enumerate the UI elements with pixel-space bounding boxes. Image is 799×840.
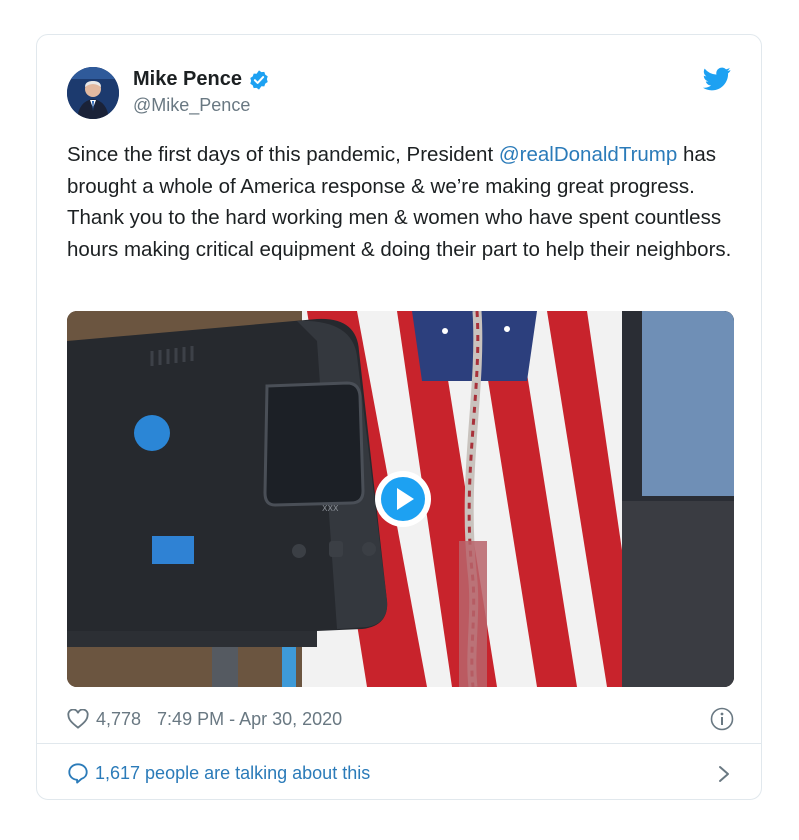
like-count[interactable]: 4,778: [96, 709, 141, 730]
tweet-timestamp[interactable]: 7:49 PM - Apr 30, 2020: [157, 709, 342, 730]
play-icon[interactable]: [373, 469, 433, 529]
avatar[interactable]: [67, 67, 119, 119]
svg-text:XXX: XXX: [322, 504, 339, 513]
verified-badge-icon: [248, 69, 270, 91]
tweet-meta: 4,778 7:49 PM - Apr 30, 2020: [67, 705, 734, 733]
tweet-text-before: Since the first days of this pandemic, P…: [67, 143, 499, 166]
author-name[interactable]: Mike Pence: [133, 68, 242, 91]
tweet-card: Mike Pence @Mike_Pence Since the first d…: [36, 34, 762, 800]
heart-icon[interactable]: [67, 708, 89, 729]
author-row: Mike Pence: [133, 68, 270, 91]
speech-bubble-icon: [67, 762, 89, 784]
conversation-link[interactable]: 1,617 people are talking about this: [67, 757, 734, 789]
talking-count[interactable]: 1,617 people are talking about this: [95, 763, 370, 784]
divider: [37, 743, 761, 744]
info-icon[interactable]: [710, 707, 734, 731]
twitter-bird-icon[interactable]: [703, 67, 731, 91]
mention-link[interactable]: @realDonaldTrump: [499, 143, 677, 166]
video-thumbnail[interactable]: XXX: [67, 311, 734, 687]
tweet-text: Since the first days of this pandemic, P…: [67, 139, 747, 266]
author-handle[interactable]: @Mike_Pence: [133, 95, 250, 116]
chevron-right-icon[interactable]: [718, 765, 730, 783]
